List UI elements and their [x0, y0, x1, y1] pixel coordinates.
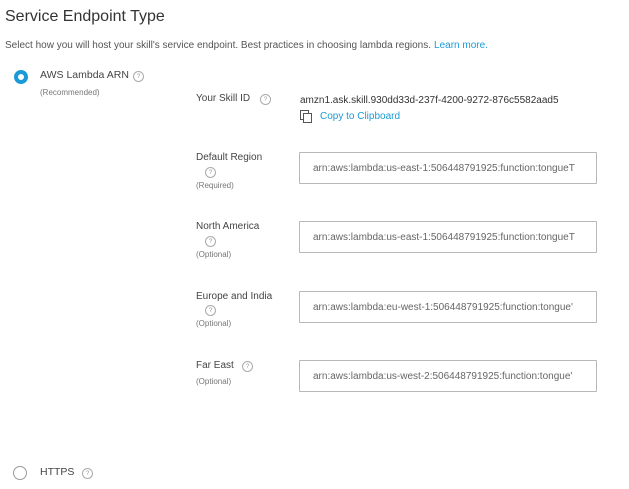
lambda-option-label[interactable]: AWS Lambda ARN — [40, 69, 129, 81]
skill-id-value: amzn1.ask.skill.930dd33d-237f-4200-9272-… — [300, 95, 559, 106]
default-region-requirement: (Required) — [196, 181, 234, 190]
copy-to-clipboard-button[interactable]: Copy to Clipboard — [300, 109, 400, 123]
https-option-label[interactable]: HTTPS — [40, 466, 74, 478]
skill-id-help-icon[interactable]: ? — [260, 94, 271, 105]
section-title: Service Endpoint Type — [5, 8, 165, 25]
default-region-label: Default Region — [196, 152, 263, 163]
default-region-help-icon[interactable]: ? — [205, 167, 216, 178]
https-help-icon[interactable]: ? — [82, 468, 93, 479]
far-east-help-icon[interactable]: ? — [242, 361, 253, 372]
lambda-help-icon[interactable]: ? — [133, 71, 144, 82]
copy-to-clipboard-label: Copy to Clipboard — [320, 110, 401, 122]
service-endpoint-section: Service Endpoint Type Select how you wil… — [0, 0, 629, 489]
learn-more-link[interactable]: Learn more. — [434, 40, 488, 51]
north-america-help-icon[interactable]: ? — [205, 236, 216, 247]
copy-icon — [300, 110, 312, 123]
europe-india-arn-input[interactable] — [299, 291, 597, 323]
europe-india-help-icon[interactable]: ? — [205, 305, 216, 316]
north-america-requirement: (Optional) — [196, 250, 232, 259]
far-east-arn-input[interactable] — [299, 360, 597, 392]
far-east-label: Far East — [196, 360, 234, 371]
lambda-recommended-note: (Recommended) — [40, 88, 100, 97]
europe-india-label: Europe and India — [196, 291, 273, 302]
lambda-radio-button[interactable] — [14, 70, 28, 84]
default-region-arn-input[interactable] — [299, 152, 597, 184]
description-text: Select how you will host your skill's se… — [5, 40, 432, 51]
north-america-label: North America — [196, 221, 260, 232]
far-east-requirement: (Optional) — [196, 377, 232, 386]
https-radio-button[interactable] — [13, 466, 27, 480]
north-america-arn-input[interactable] — [299, 221, 597, 253]
skill-id-label: Your Skill ID — [196, 93, 251, 104]
europe-india-requirement: (Optional) — [196, 319, 232, 328]
section-description: Select how you will host your skill's se… — [5, 40, 488, 51]
